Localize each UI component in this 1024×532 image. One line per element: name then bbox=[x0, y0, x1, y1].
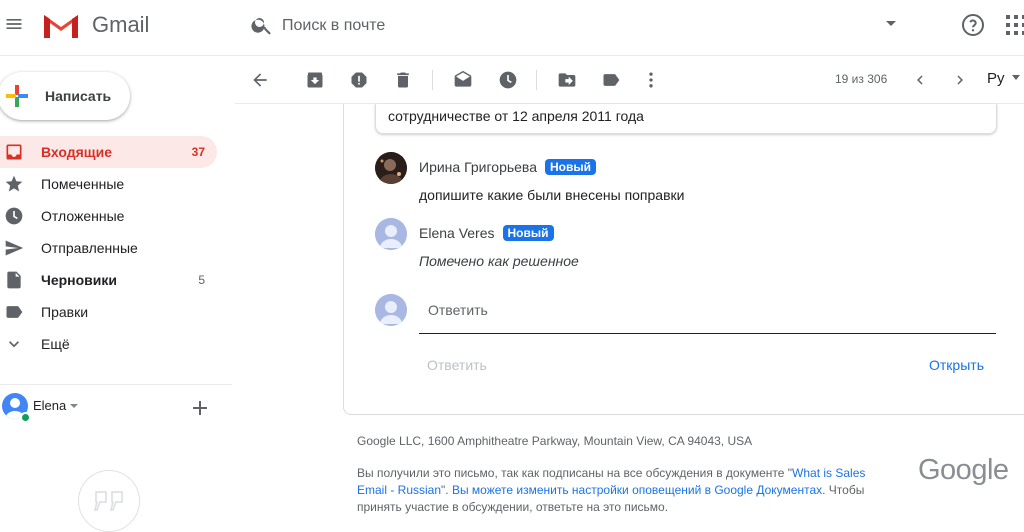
avatar bbox=[375, 294, 407, 326]
input-language-select[interactable]: Ру bbox=[987, 70, 1020, 87]
archive-icon[interactable] bbox=[305, 70, 325, 90]
move-to-icon[interactable] bbox=[557, 70, 577, 90]
comment-author: Ирина Григорьева Новый bbox=[419, 159, 596, 175]
toolbar-divider bbox=[536, 70, 537, 90]
sidebar-divider bbox=[0, 384, 232, 385]
inbox-icon bbox=[4, 142, 24, 162]
mark-read-icon[interactable] bbox=[453, 70, 473, 90]
comment-text: допишите какие были внесены поправки bbox=[419, 187, 685, 203]
report-spam-icon[interactable] bbox=[349, 70, 369, 90]
clock-icon bbox=[4, 206, 24, 226]
avatar bbox=[375, 152, 407, 184]
label-icon[interactable] bbox=[601, 70, 621, 90]
caret-down-icon bbox=[1011, 75, 1020, 80]
quoted-text: сотрудничестве от 12 апреля 2011 года bbox=[388, 108, 644, 124]
search-options-caret-icon[interactable] bbox=[884, 19, 898, 29]
author-name: Elena Veres bbox=[419, 225, 495, 241]
online-status-dot bbox=[20, 412, 31, 423]
message-toolbar: 19 из 306 Ру bbox=[235, 56, 1024, 104]
new-badge: Новый bbox=[502, 225, 554, 241]
compose-label: Написать bbox=[45, 88, 112, 104]
comment-text: Помечено как решенное bbox=[419, 253, 579, 269]
sidebar-item-label: Ещё bbox=[41, 336, 70, 352]
chevron-left-icon[interactable] bbox=[911, 70, 929, 90]
sidebar-item-drafts[interactable]: Черновики 5 bbox=[0, 264, 217, 296]
caret-down-icon[interactable] bbox=[69, 403, 79, 409]
sidebar-item-more[interactable]: Ещё bbox=[0, 328, 217, 360]
quoted-comment-card: сотрудничестве от 12 апреля 2011 года bbox=[375, 104, 997, 134]
search-input[interactable] bbox=[282, 12, 862, 40]
pagination-count: 19 из 306 bbox=[835, 72, 888, 86]
add-icon[interactable] bbox=[192, 400, 208, 416]
footer-address: Google LLC, 1600 Amphitheatre Parkway, M… bbox=[357, 434, 753, 448]
quote-icon bbox=[94, 490, 124, 512]
notice-text: Вы получили это письмо, так как подписан… bbox=[357, 466, 793, 480]
sidebar-item-snoozed[interactable]: Отложенные bbox=[0, 200, 217, 232]
hangouts-quote-placeholder bbox=[78, 470, 140, 532]
main-menu-icon[interactable] bbox=[4, 14, 24, 34]
sidebar-item-label: Отложенные bbox=[41, 208, 125, 224]
author-name: Ирина Григорьева bbox=[419, 159, 537, 175]
top-bar: Gmail bbox=[0, 0, 1024, 56]
reply-input[interactable] bbox=[419, 296, 996, 334]
sidebar-item-edits[interactable]: Правки bbox=[0, 296, 217, 328]
draft-icon bbox=[4, 270, 24, 290]
google-logo: Google bbox=[918, 454, 1009, 486]
hangouts-user[interactable]: Elena bbox=[0, 392, 232, 423]
sidebar-item-label: Отправленные bbox=[41, 240, 138, 256]
sidebar-item-inbox[interactable]: Входящие 37 bbox=[0, 136, 217, 168]
unread-count: 37 bbox=[191, 145, 205, 159]
more-vert-icon[interactable] bbox=[641, 70, 661, 90]
compose-button[interactable]: Написать bbox=[0, 72, 130, 120]
sidebar-item-label: Входящие bbox=[41, 144, 112, 160]
sidebar-item-label: Правки bbox=[41, 304, 89, 320]
comment-author: Elena Veres Новый bbox=[419, 225, 554, 241]
trash-icon[interactable] bbox=[393, 70, 413, 90]
label-icon bbox=[4, 302, 24, 322]
notice-text: ". bbox=[441, 483, 452, 497]
chevron-right-icon[interactable] bbox=[951, 70, 969, 90]
hangouts-user-name: Elena bbox=[33, 398, 67, 413]
search-icon[interactable] bbox=[250, 13, 274, 37]
input-language-label: Ру bbox=[987, 70, 1005, 87]
reply-button[interactable]: Ответить bbox=[427, 357, 487, 373]
back-arrow-icon[interactable] bbox=[250, 70, 270, 90]
open-button[interactable]: Открыть bbox=[929, 357, 984, 373]
avatar bbox=[375, 218, 407, 250]
gmail-m-icon bbox=[42, 11, 80, 39]
sidebar-item-label: Черновики bbox=[41, 272, 118, 288]
drafts-count: 5 bbox=[198, 273, 205, 287]
sidebar-item-label: Помеченные bbox=[41, 176, 125, 192]
apps-grid-icon[interactable] bbox=[1006, 15, 1024, 35]
sidebar-item-starred[interactable]: Помеченные bbox=[0, 168, 217, 200]
chevron-down-icon bbox=[4, 334, 24, 354]
sidebar-nav: Входящие 37 Помеченные Отложенные Отправ… bbox=[0, 136, 232, 360]
notification-settings-link[interactable]: Вы можете изменить настройки оповещений … bbox=[452, 483, 822, 497]
toolbar-divider bbox=[432, 70, 433, 90]
footer-notice: Вы получили это письмо, так как подписан… bbox=[357, 465, 887, 516]
app-title: Gmail bbox=[92, 12, 150, 37]
snooze-clock-icon[interactable] bbox=[498, 70, 518, 90]
sidebar-item-sent[interactable]: Отправленные bbox=[0, 232, 217, 264]
plus-icon bbox=[4, 83, 30, 109]
help-icon[interactable] bbox=[961, 13, 985, 37]
send-icon bbox=[4, 238, 24, 258]
star-icon bbox=[4, 174, 24, 194]
gmail-logo[interactable]: Gmail bbox=[42, 11, 149, 39]
new-badge: Новый bbox=[545, 159, 596, 175]
